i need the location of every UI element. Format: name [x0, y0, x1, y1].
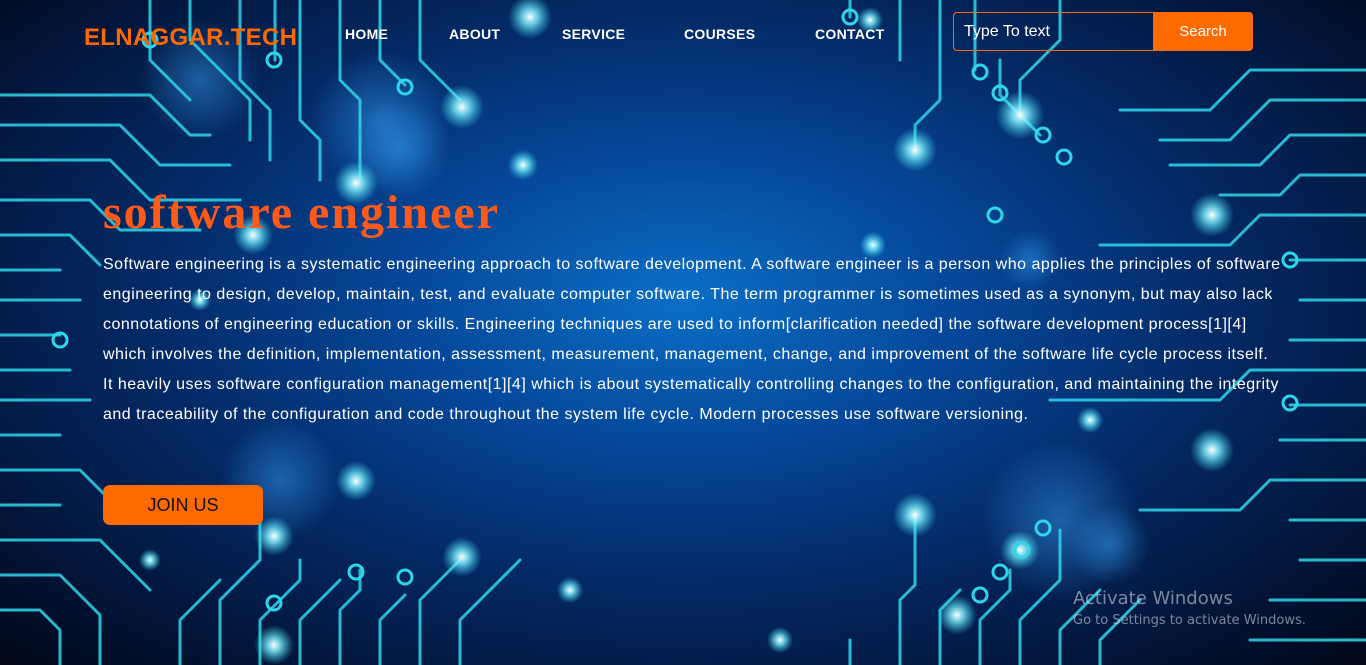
glowing-node [442, 537, 482, 577]
nav-contact[interactable]: CONTACT [815, 26, 885, 42]
circuit-trace [338, 568, 362, 665]
glowing-node [766, 626, 794, 654]
nav-home[interactable]: HOME [345, 26, 388, 42]
circuit-pad [1281, 394, 1299, 412]
glowing-node [893, 128, 937, 172]
search-input[interactable] [953, 12, 1153, 51]
circuit-pad [971, 63, 989, 81]
nav-service[interactable]: SERVICE [562, 26, 625, 42]
circuit-trace [1218, 173, 1366, 197]
circuit-pad [971, 586, 989, 604]
glowing-node [893, 493, 937, 537]
glowing-node [556, 576, 584, 604]
circuit-pad [986, 206, 1004, 224]
glowing-node [336, 461, 376, 501]
circuit-pad [396, 568, 414, 586]
glowing-node [254, 625, 294, 665]
hero-title: software engineer [103, 186, 500, 239]
join-us-button[interactable]: JOIN US [103, 485, 263, 525]
circuit-trace [898, 513, 917, 665]
circuit-trace [1098, 598, 1142, 665]
activate-windows-hint: Go to Settings to activate Windows. [1073, 613, 1306, 628]
nav-about[interactable]: ABOUT [449, 26, 500, 42]
circuit-trace [913, 0, 942, 152]
circuit-trace [0, 233, 102, 267]
glowing-node [507, 149, 539, 181]
circuit-trace [458, 558, 522, 665]
glowing-node [1000, 530, 1040, 570]
activate-windows-title: Activate Windows [1073, 588, 1233, 609]
site-logo[interactable]: ELNAGGAR.TECH [84, 24, 297, 52]
hero-description: Software engineering is a systematic eng… [103, 256, 1281, 423]
circuit-trace [218, 518, 262, 665]
circuit-trace [0, 468, 112, 502]
circuit-trace [418, 558, 462, 665]
glowing-node [440, 85, 484, 129]
circuit-trace [378, 593, 407, 665]
bokeh-light [1070, 505, 1150, 585]
circuit-trace [0, 608, 62, 665]
circuit-trace [298, 578, 342, 665]
circuit-trace [978, 568, 1012, 665]
glowing-node [139, 549, 161, 571]
glowing-node [937, 595, 977, 635]
nav-courses[interactable]: COURSES [684, 26, 755, 42]
search-button[interactable]: Search [1153, 12, 1253, 51]
circuit-trace [178, 578, 222, 665]
glowing-node [508, 0, 552, 39]
circuit-trace [1118, 68, 1366, 112]
glowing-node [1190, 428, 1234, 472]
circuit-pad [1055, 148, 1073, 166]
circuit-trace [1138, 478, 1366, 512]
glowing-node [1190, 193, 1234, 237]
circuit-trace [0, 538, 152, 592]
